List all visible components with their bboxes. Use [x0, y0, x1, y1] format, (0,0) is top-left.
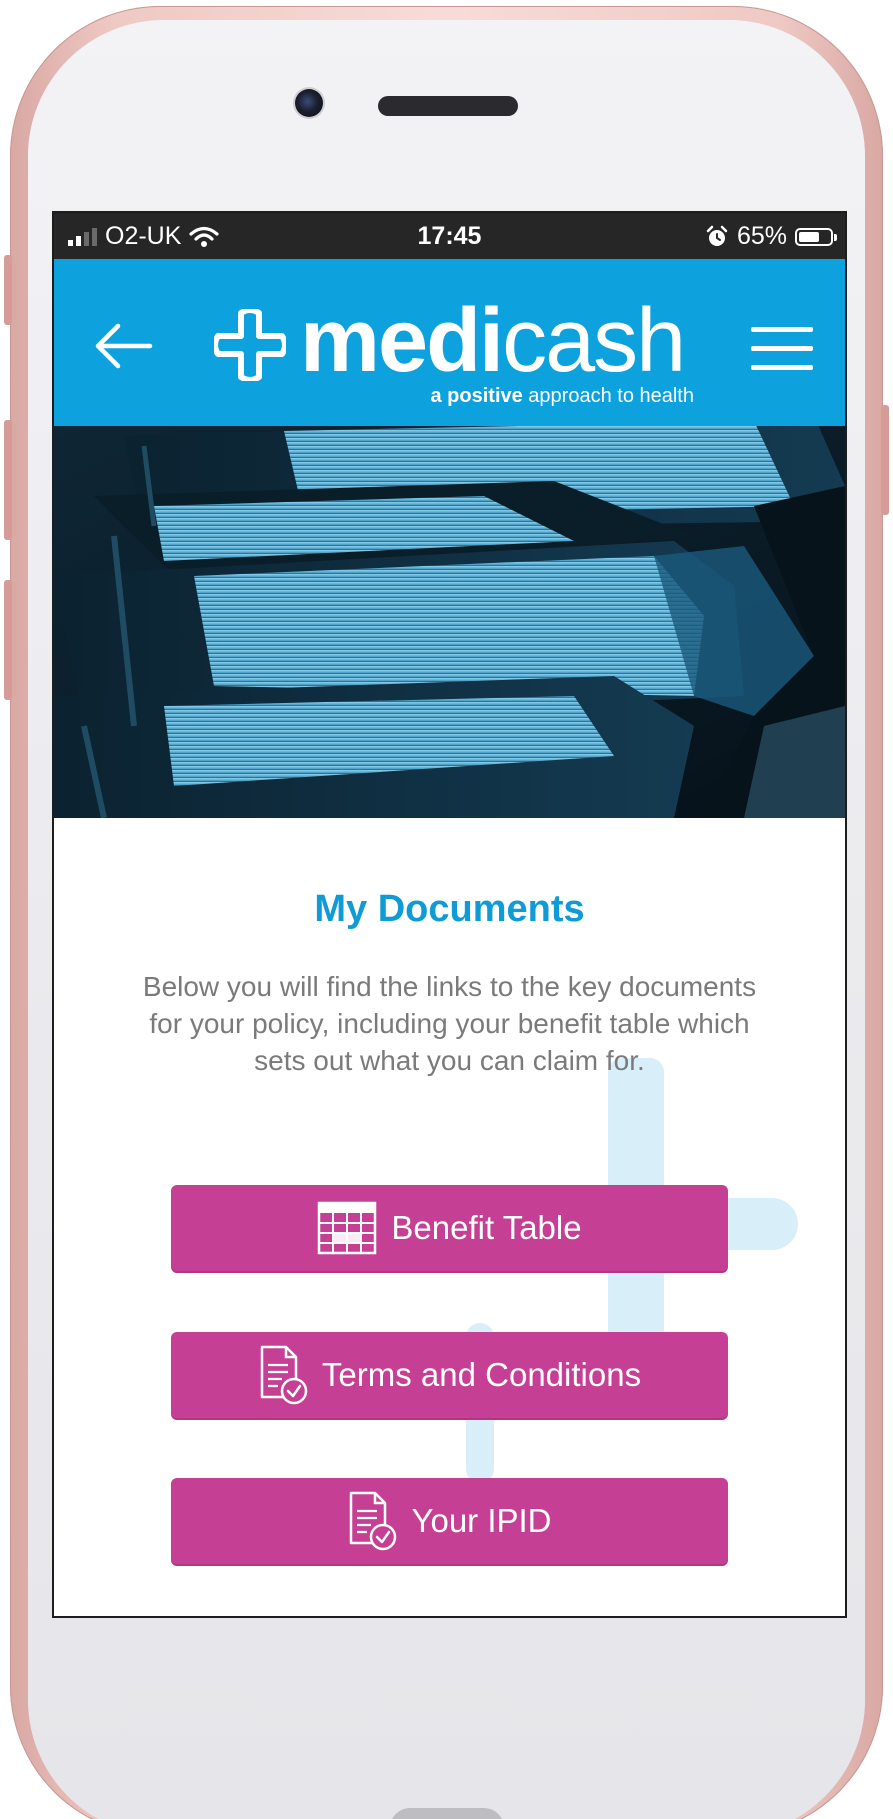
back-arrow-icon	[95, 323, 153, 369]
battery-percent: 65%	[736, 222, 787, 250]
tagline-bold: a positive	[430, 385, 523, 407]
medicash-logo: medicash a positive approach to health	[214, 291, 694, 411]
earpiece-speaker	[378, 96, 518, 116]
battery-icon	[795, 227, 837, 246]
battery-level-fill	[799, 231, 819, 242]
benefit-table-label: Benefit Table	[391, 1209, 582, 1246]
alarm-icon	[705, 225, 729, 249]
back-button[interactable]	[92, 321, 154, 371]
brand-bold: medi	[300, 291, 504, 391]
hamburger-menu-button[interactable]	[751, 325, 813, 371]
document-check-icon	[347, 1491, 397, 1551]
app-header: medicash a positive approach to health	[54, 259, 845, 426]
front-camera	[295, 89, 323, 117]
phone-screen: O2-UK 17:45 65% medicash a positive appr…	[52, 211, 847, 1618]
tagline-rest: approach to health	[522, 385, 694, 407]
brand-wordmark: medicash	[300, 291, 686, 391]
phone-side-button	[881, 405, 889, 515]
phone-side-button	[4, 255, 12, 325]
benefit-table-button[interactable]: Benefit Table	[171, 1185, 728, 1271]
page: O2-UK 17:45 65% medicash a positive appr…	[0, 0, 893, 1819]
table-icon	[317, 1201, 377, 1255]
folders-photo-illustration	[54, 426, 845, 818]
phone-side-button	[4, 580, 12, 700]
medicash-cross-icon	[214, 309, 286, 381]
your-ipid-button[interactable]: Your IPID	[171, 1478, 728, 1564]
intro-text: Below you will find the links to the key…	[142, 971, 757, 1076]
page-title: My Documents	[314, 888, 585, 930]
status-bar: O2-UK 17:45 65%	[54, 213, 845, 259]
hero-image	[54, 426, 845, 818]
status-right: 65%	[705, 222, 837, 251]
home-button	[390, 1808, 504, 1819]
phone-side-button	[4, 420, 12, 540]
document-check-icon	[258, 1345, 308, 1405]
brand-tagline: a positive approach to health	[430, 385, 694, 408]
documents-section: My Documents Below you will find the lin…	[54, 818, 845, 1616]
brand-light: cash	[502, 291, 686, 391]
your-ipid-label: Your IPID	[411, 1502, 552, 1539]
terms-and-conditions-label: Terms and Conditions	[321, 1356, 642, 1393]
terms-and-conditions-button[interactable]: Terms and Conditions	[171, 1332, 728, 1418]
